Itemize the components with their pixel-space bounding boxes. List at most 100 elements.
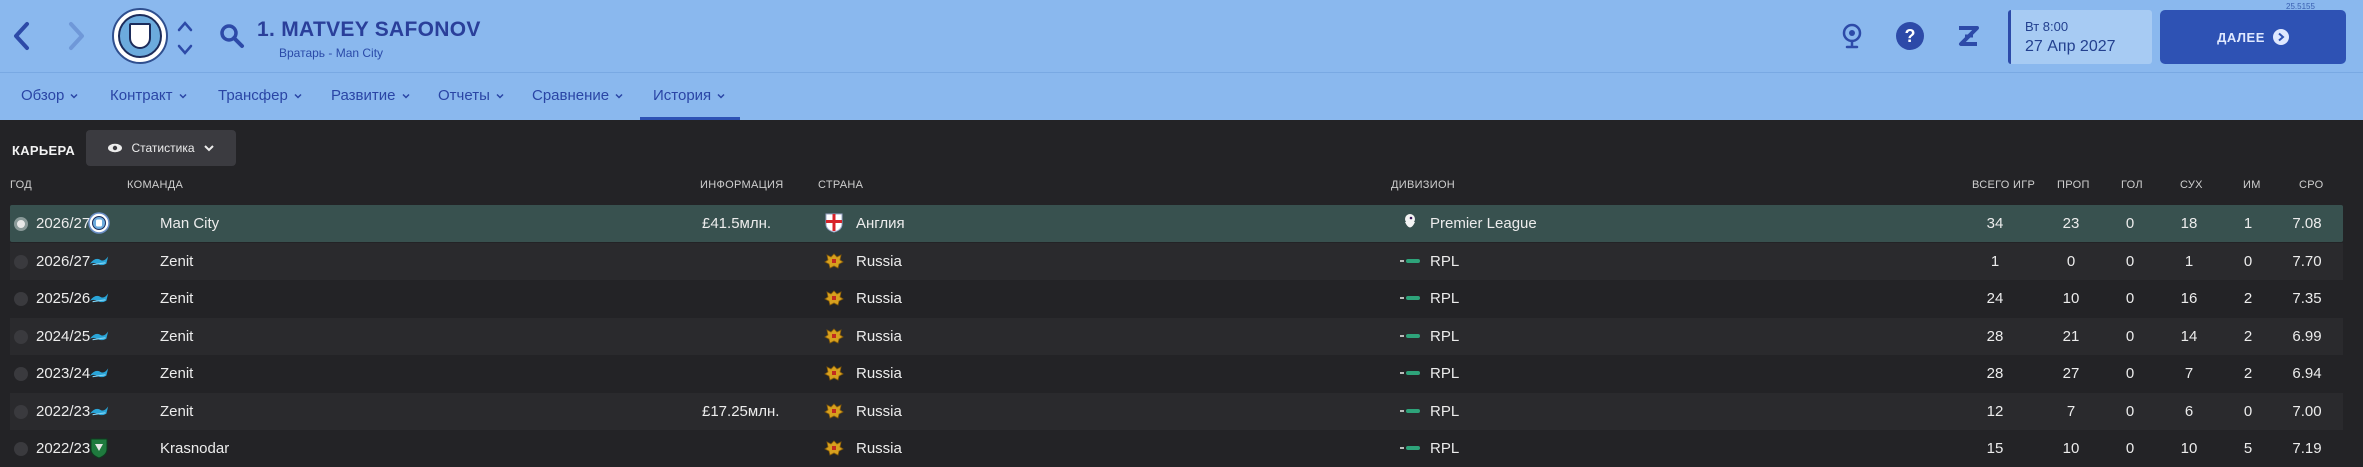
cell-country[interactable]: Russia bbox=[856, 328, 902, 345]
club-crest-icon[interactable] bbox=[112, 8, 168, 64]
cell-goals: 0 bbox=[2125, 327, 2135, 345]
cell-team[interactable]: Zenit bbox=[160, 290, 193, 307]
tab-reports[interactable]: Отчеты bbox=[438, 87, 504, 104]
cell-avg-rating: 7.08 bbox=[2292, 215, 2322, 232]
forward-button[interactable] bbox=[56, 16, 96, 56]
cell-division[interactable]: RPL bbox=[1430, 365, 1459, 382]
column-header-country[interactable]: СТРАНА bbox=[818, 179, 863, 191]
cell-team[interactable]: Krasnodar bbox=[160, 440, 229, 457]
cell-apps: 12 bbox=[1986, 402, 2004, 420]
game-day-time: Вт 8:00 bbox=[2025, 19, 2069, 34]
cell-country[interactable]: Russia bbox=[856, 440, 902, 457]
cell-team[interactable]: Zenit bbox=[160, 365, 193, 382]
column-header-apps[interactable]: ВСЕГО ИГР bbox=[1972, 179, 2035, 191]
cell-team[interactable]: Man City bbox=[160, 215, 219, 232]
column-header-player-of-match[interactable]: ИМ bbox=[2243, 179, 2261, 191]
column-header-conceded[interactable]: ПРОП bbox=[2057, 179, 2090, 191]
player-name[interactable]: 1. MATVEY SAFONOV bbox=[257, 18, 481, 42]
cell-country[interactable]: Russia bbox=[856, 290, 902, 307]
cell-year: 2026/27 bbox=[36, 215, 91, 232]
help-button[interactable]: ? bbox=[1894, 20, 1926, 52]
cell-goals: 0 bbox=[2125, 215, 2135, 232]
row-select-radio[interactable] bbox=[14, 442, 28, 456]
profile-tabs: Обзор Контракт Трансфер Развитие Отчеты … bbox=[0, 72, 2363, 120]
cell-conceded: 10 bbox=[2062, 290, 2080, 307]
tab-comparison[interactable]: Сравнение bbox=[532, 87, 623, 104]
cell-avg-rating: 6.99 bbox=[2292, 327, 2322, 345]
cell-country[interactable]: Russia bbox=[856, 253, 902, 270]
table-row[interactable]: 2023/24 Zenit Russia RPL 28 27 0 7 2 6.94 bbox=[10, 355, 2343, 392]
row-select-radio[interactable] bbox=[14, 329, 28, 344]
game-date-panel[interactable]: Вт 8:00 27 Апр 2027 bbox=[2008, 10, 2152, 64]
cell-division[interactable]: RPL bbox=[1430, 328, 1459, 345]
rpl-icon bbox=[1399, 250, 1421, 272]
cell-division[interactable]: RPL bbox=[1430, 403, 1459, 420]
row-select-radio[interactable] bbox=[14, 404, 28, 419]
column-header-info[interactable]: ИНФОРМАЦИЯ bbox=[700, 179, 783, 191]
tab-transfer[interactable]: Трансфер bbox=[218, 87, 302, 104]
chevron-up-icon[interactable] bbox=[176, 18, 194, 36]
cell-year: 2022/23 bbox=[36, 402, 91, 420]
column-header-goals[interactable]: ГОЛ bbox=[2121, 179, 2143, 191]
cell-conceded: 0 bbox=[2066, 252, 2076, 270]
cell-apps: 15 bbox=[1986, 440, 2004, 457]
table-row[interactable]: 2025/26 Zenit Russia RPL 24 10 0 16 2 7.35 bbox=[10, 280, 2343, 317]
cell-division[interactable]: RPL bbox=[1430, 440, 1459, 457]
player-stepper[interactable] bbox=[176, 18, 194, 58]
row-select-radio[interactable] bbox=[14, 292, 28, 306]
row-select-radio[interactable] bbox=[14, 217, 28, 231]
continue-button[interactable]: ДАЛЕЕ bbox=[2160, 10, 2346, 64]
column-header-year[interactable]: ГОД bbox=[10, 179, 32, 191]
table-row[interactable]: 2026/27 Zenit Russia RPL 1 0 0 1 0 7.70 bbox=[10, 242, 2343, 280]
cell-apps: 1 bbox=[1990, 252, 2000, 270]
cell-apps: 28 bbox=[1986, 365, 2004, 382]
cell-team[interactable]: Zenit bbox=[160, 253, 193, 270]
england-flag-icon bbox=[823, 212, 845, 234]
row-select-radio[interactable] bbox=[14, 254, 28, 269]
cell-country[interactable]: Russia bbox=[856, 403, 902, 420]
row-select-radio[interactable] bbox=[14, 367, 28, 381]
table-row[interactable]: 2026/27 Man City £41.5млн. Англия Premier Le… bbox=[10, 205, 2343, 242]
cell-team[interactable]: Zenit bbox=[160, 403, 193, 420]
cell-avg-rating: 7.19 bbox=[2292, 440, 2322, 457]
krasnodar-crest-icon bbox=[88, 437, 110, 459]
career-panel: КАРЬЕРА Статистика ГОД КОМАНДА ИНФОРМАЦИ… bbox=[0, 120, 2363, 467]
view-selector-button[interactable]: Статистика bbox=[86, 130, 236, 166]
tab-label: Трансфер bbox=[218, 87, 288, 104]
chevron-right-icon bbox=[69, 22, 84, 50]
tab-overview[interactable]: Обзор bbox=[21, 87, 78, 104]
tab-label: История bbox=[653, 87, 712, 104]
cell-clean-sheets: 18 bbox=[2180, 215, 2198, 232]
column-header-team[interactable]: КОМАНДА bbox=[127, 179, 183, 191]
chevron-down-icon bbox=[70, 93, 78, 99]
player-position-club[interactable]: Вратарь - Man City bbox=[279, 46, 383, 60]
tab-history[interactable]: История bbox=[653, 87, 725, 104]
back-button[interactable] bbox=[2, 16, 42, 56]
cell-division[interactable]: RPL bbox=[1430, 290, 1459, 307]
search-icon[interactable] bbox=[218, 22, 246, 50]
column-header-clean-sheets[interactable]: СУХ bbox=[2180, 179, 2203, 191]
cell-division[interactable]: RPL bbox=[1430, 253, 1459, 270]
cell-country[interactable]: Англия bbox=[856, 215, 905, 232]
cell-player-of-match: 0 bbox=[2243, 402, 2253, 420]
trophy-icon bbox=[1842, 23, 1862, 49]
chevron-down-icon bbox=[401, 93, 410, 99]
tab-contract[interactable]: Контракт bbox=[110, 87, 187, 104]
column-header-division[interactable]: ДИВИЗИОН bbox=[1391, 179, 1455, 191]
tab-label: Обзор bbox=[21, 87, 65, 104]
chevron-down-icon bbox=[294, 93, 302, 99]
rpl-icon bbox=[1399, 437, 1421, 459]
cell-team[interactable]: Zenit bbox=[160, 328, 193, 345]
staff-trophy-button[interactable] bbox=[1836, 20, 1868, 52]
column-header-avg-rating[interactable]: СРО bbox=[2299, 179, 2324, 191]
cell-country[interactable]: Russia bbox=[856, 365, 902, 382]
cell-division[interactable]: Premier League bbox=[1430, 215, 1537, 232]
table-row[interactable]: 2022/23 Zenit £17.25млн. Russia RPL 12 7 0 6 0 7.0… bbox=[10, 392, 2343, 430]
cell-year: 2023/24 bbox=[36, 365, 91, 382]
cell-clean-sheets: 6 bbox=[2184, 402, 2194, 420]
table-row[interactable]: 2024/25 Zenit Russia RPL 28 21 0 14 2 6.99 bbox=[10, 317, 2343, 355]
chevron-down-icon[interactable] bbox=[176, 40, 194, 58]
tab-development[interactable]: Развитие bbox=[331, 87, 410, 104]
table-row[interactable]: 2022/23 Krasnodar Russia RPL 15 10 0 10 5 7.19 bbox=[10, 430, 2343, 467]
fm-menu-button[interactable] bbox=[1952, 20, 1984, 52]
